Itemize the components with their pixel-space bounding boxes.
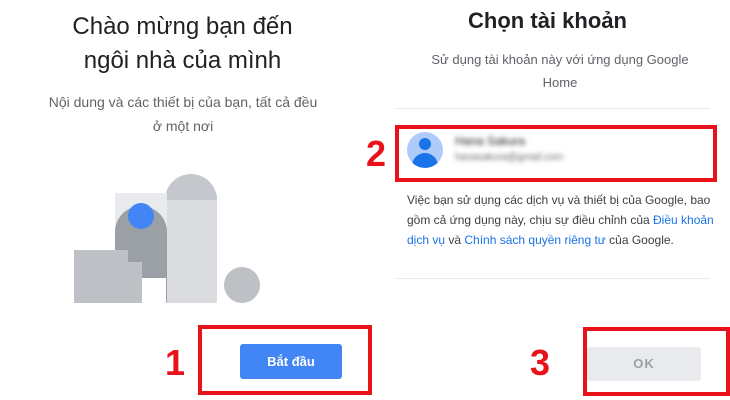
home-illustration [74, 174, 260, 303]
step-number-3: 3 [530, 342, 551, 383]
step-number-2: 2 [366, 133, 387, 174]
choose-account-title: Chọn tài khoản [468, 8, 627, 33]
privacy-policy-link[interactable]: Chính sách quyền riêng tư [464, 233, 605, 247]
choose-subtitle-line1: Sử dụng tài khoản này với ứng dụng Googl… [431, 52, 689, 67]
illus-blue-dot [128, 203, 154, 229]
consent-part3: của Google. [605, 233, 674, 247]
choose-account-subtitle: Sử dụng tài khoản này với ứng dụng Googl… [400, 48, 720, 94]
divider [395, 278, 710, 279]
consent-part2: và [445, 233, 465, 247]
step-number-1: 1 [165, 342, 186, 383]
illus-arch-top [165, 174, 217, 200]
highlight-box-account [395, 125, 717, 182]
illus-gap [142, 278, 166, 302]
choose-subtitle-line2: Home [542, 75, 578, 90]
illus-tall-pillar [165, 195, 217, 303]
illus-gray-ball [224, 267, 260, 303]
highlight-box-ok [583, 327, 730, 396]
highlight-box-start [198, 325, 372, 395]
consent-text: Việc bạn sử dụng các dịch vụ và thiết bị… [407, 190, 717, 250]
divider [395, 108, 710, 109]
